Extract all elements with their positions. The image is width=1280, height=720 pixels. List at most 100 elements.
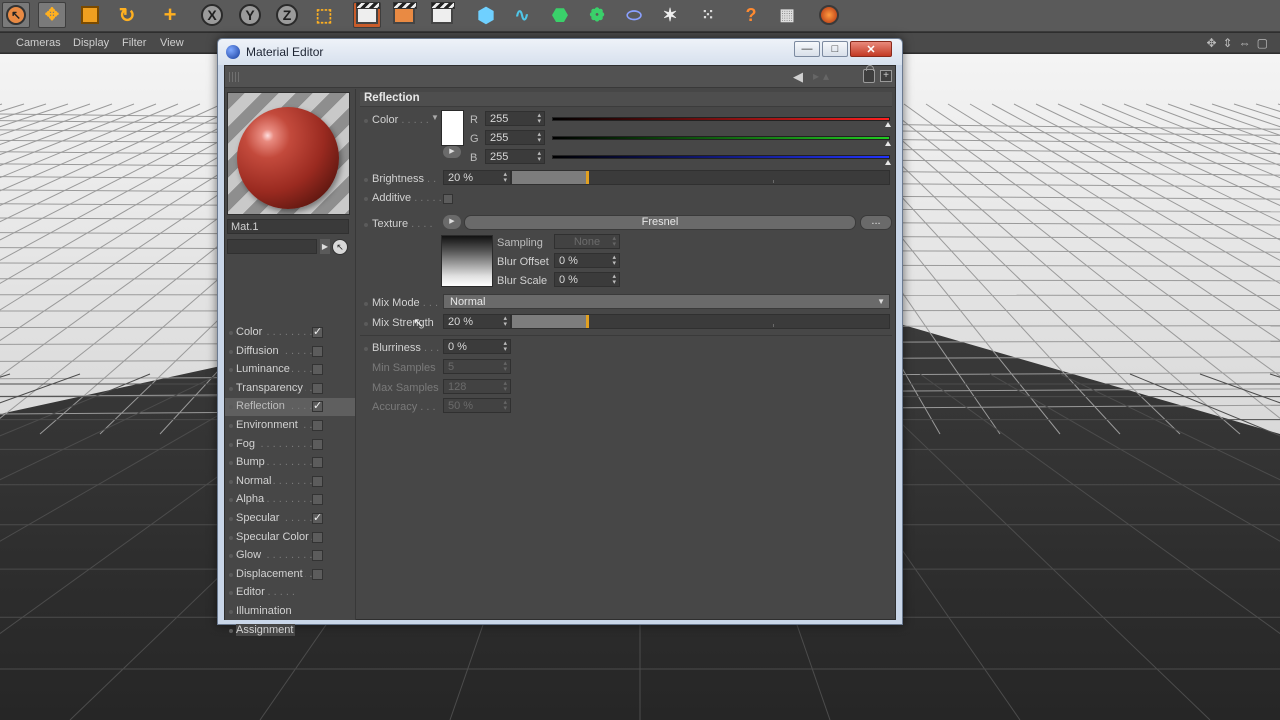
anim-dot[interactable] — [364, 347, 368, 351]
menu-view[interactable]: View — [160, 37, 184, 49]
texture-menu-icon[interactable]: ▶ — [443, 215, 461, 229]
play-arrow-icon[interactable]: ▶ — [320, 239, 330, 254]
channel-item[interactable]: . . . . . . . . . . . . . . . .Luminance — [225, 361, 355, 379]
anim-dot[interactable] — [364, 322, 368, 326]
new-window-icon[interactable]: + — [880, 70, 892, 82]
max-samples-field[interactable]: 128 ▴ ▾ — [443, 379, 511, 394]
scene-icon[interactable]: ✶ — [656, 2, 684, 28]
color-swatch[interactable] — [441, 110, 464, 146]
anim-dot[interactable] — [364, 302, 368, 306]
light-icon[interactable] — [815, 2, 843, 28]
hair-icon[interactable]: ⁙ — [694, 2, 722, 28]
r-slider-handle[interactable] — [885, 122, 891, 127]
cube-icon[interactable]: ⬢ — [472, 2, 500, 28]
lock-icon[interactable] — [863, 65, 875, 83]
b-slider-handle[interactable] — [885, 160, 891, 165]
array-icon[interactable]: ❁ — [583, 2, 611, 28]
add-icon[interactable]: + — [156, 2, 184, 28]
texture-shader-button[interactable]: Fresnel — [464, 215, 856, 230]
channel-filter-field[interactable] — [227, 239, 317, 254]
layout-icon[interactable]: ▦ — [773, 2, 801, 28]
accuracy-field[interactable]: 50 % ▴ ▾ — [443, 398, 511, 413]
mix-strength-slider[interactable] — [511, 314, 890, 329]
window-title-bar[interactable]: Material Editor — □ ✕ — [218, 39, 902, 65]
r-value-field[interactable]: 255 ▴ ▾ — [485, 111, 545, 126]
z-axis-icon[interactable]: Z — [273, 2, 301, 28]
channel-checkbox[interactable] — [312, 568, 323, 580]
channel-item[interactable]: . . . . . . . . . . . . . . . .Normal — [225, 473, 355, 491]
viewport-nav-icons[interactable]: ✥⇕⇔▢ — [1207, 36, 1274, 50]
channel-checkbox[interactable] — [312, 475, 323, 487]
material-name-field[interactable]: Mat.1 — [227, 219, 349, 234]
channel-item[interactable]: . . . . . . . . . . . . . . . .Specular … — [225, 529, 355, 547]
channel-item[interactable]: . . . . . . . . . . . . . . . .Specular✓ — [225, 510, 355, 528]
channel-item[interactable]: . . . . . . . . .Illumination — [225, 603, 355, 621]
g-value-field[interactable]: 255 ▴ ▾ — [485, 130, 545, 145]
anim-dot[interactable] — [364, 197, 368, 201]
material-preview[interactable] — [227, 92, 350, 215]
channel-item[interactable]: . . . . . . . . . . . . . . . .Alpha — [225, 491, 355, 509]
channel-item[interactable]: . . . . . . . . . . . . . . . .Displacem… — [225, 566, 355, 584]
menu-display[interactable]: Display — [73, 37, 109, 49]
deformer-icon[interactable]: ⬭ — [620, 2, 648, 28]
texture-preview[interactable] — [441, 235, 493, 287]
channel-item[interactable]: . . . . . . . . . Editor — [225, 584, 355, 602]
g-slider[interactable] — [552, 136, 890, 140]
channel-item[interactable]: . . . . . . . . . . . . . . . .Environme… — [225, 417, 355, 435]
channel-item[interactable]: . . . . . . . . . . . . . . . .Glow — [225, 547, 355, 565]
maximize-button[interactable]: □ — [822, 41, 848, 57]
rotate-icon[interactable]: ↻ — [113, 2, 141, 28]
mix-strength-field[interactable]: 20 % ▴ ▾ — [443, 314, 511, 329]
minimize-button[interactable]: — — [794, 41, 820, 57]
channel-checkbox[interactable] — [312, 531, 323, 543]
channel-item[interactable]: . . . . . . . . . . . . . . . .Reflectio… — [225, 398, 355, 417]
dropdown-arrow-icon[interactable]: ▼ — [431, 113, 439, 122]
channel-item[interactable]: . . . . . . . . . . . . . . . .Bump — [225, 454, 355, 472]
close-button[interactable]: ✕ — [850, 41, 892, 57]
color-mode-icon[interactable]: ▶ — [443, 146, 461, 158]
brightness-slider[interactable] — [511, 170, 890, 185]
picker-icon[interactable]: ↖ — [332, 239, 348, 255]
render-view-icon[interactable] — [353, 2, 381, 28]
render-settings-icon[interactable] — [428, 2, 456, 28]
blur-scale-field[interactable]: 0 % ▴ ▾ — [554, 272, 620, 287]
render-region-icon[interactable] — [390, 2, 418, 28]
r-slider[interactable] — [552, 117, 890, 121]
channel-checkbox[interactable] — [312, 382, 323, 394]
channel-item[interactable]: . . . . . . . . . . . . . . . .Color✓ — [225, 324, 355, 342]
b-slider[interactable] — [552, 155, 890, 159]
blurriness-field[interactable]: 0 % ▴ ▾ — [443, 339, 511, 354]
channel-checkbox[interactable]: ✓ — [312, 513, 323, 524]
channel-checkbox[interactable] — [312, 494, 323, 506]
anim-dot[interactable] — [364, 178, 368, 182]
g-slider-handle[interactable] — [885, 141, 891, 146]
min-samples-field[interactable]: 5 ▴ ▾ — [443, 359, 511, 374]
blur-offset-field[interactable]: 0 % ▴ ▾ — [554, 253, 620, 268]
anim-dot[interactable] — [364, 119, 368, 123]
channel-item[interactable]: . . . . . . . . . . . . . . . .Fog — [225, 436, 355, 454]
channel-item[interactable]: . . . . . . . . . . . . . . . .Diffusion — [225, 343, 355, 361]
y-axis-icon[interactable]: Y — [236, 2, 264, 28]
menu-filter[interactable]: Filter — [122, 37, 146, 49]
anim-dot[interactable] — [364, 223, 368, 227]
spline-icon[interactable]: ∿ — [508, 2, 536, 28]
channel-checkbox[interactable] — [312, 438, 323, 450]
coordinate-system-icon[interactable]: ⬚ — [310, 2, 338, 28]
channel-checkbox[interactable] — [312, 420, 323, 431]
back-arrow-icon[interactable]: ◀ — [793, 69, 803, 85]
channel-item[interactable]: . . . . . . . . .Assignment — [225, 622, 355, 640]
b-value-field[interactable]: 255 ▴ ▾ — [485, 149, 545, 164]
additive-checkbox[interactable] — [443, 194, 453, 204]
x-axis-icon[interactable]: X — [198, 2, 226, 28]
brightness-field[interactable]: 20 % ▴ ▾ — [443, 170, 511, 185]
move-icon[interactable]: ✥ — [38, 2, 66, 28]
texture-more-button[interactable]: ... — [860, 215, 892, 230]
selection-tool-icon[interactable]: ↖ — [2, 2, 30, 28]
channel-checkbox[interactable] — [312, 457, 323, 469]
scale-icon[interactable] — [76, 2, 104, 28]
channel-checkbox[interactable] — [312, 364, 323, 376]
grip-icon[interactable] — [229, 72, 241, 82]
menu-cameras[interactable]: Cameras — [16, 37, 61, 49]
channel-checkbox[interactable] — [312, 550, 323, 562]
channel-checkbox[interactable]: ✓ — [312, 401, 323, 413]
